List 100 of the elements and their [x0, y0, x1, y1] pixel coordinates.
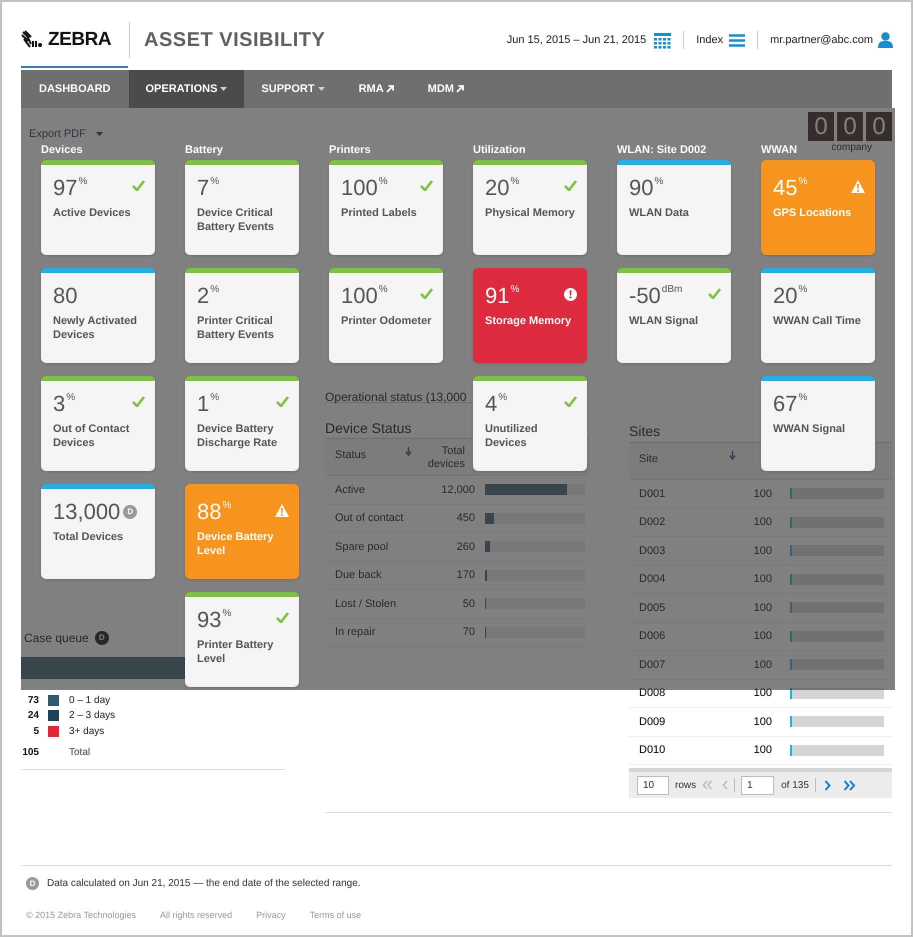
column-header[interactable]: Total devices: [425, 445, 465, 471]
check-icon: [564, 396, 577, 407]
menu-column-title: Printers: [329, 144, 371, 156]
table-cell-text: Due back: [334, 568, 382, 583]
sort-arrow-icon[interactable]: [405, 447, 412, 456]
metric-card[interactable]: 7% Device Critical Battery Events: [185, 160, 299, 255]
legend-label: 0 – 1 day: [69, 694, 110, 708]
metric-card[interactable]: 97% Active Devices: [41, 160, 155, 255]
table-cell-text: 100: [752, 743, 772, 758]
metric-value: 91: [485, 284, 510, 308]
column-header[interactable]: Site: [639, 453, 658, 465]
next-page-icon[interactable]: [824, 780, 831, 790]
metric-value: 100: [341, 176, 378, 200]
user-email[interactable]: mr.partner@abc.com: [770, 32, 873, 48]
check-icon: [708, 288, 721, 299]
legend-count: 24: [26, 709, 39, 724]
metric-card[interactable]: 100% Printed Labels: [329, 160, 443, 255]
counter-digit: 0: [866, 112, 892, 141]
legend-count: 5: [32, 724, 39, 739]
rows-per-page-field[interactable]: 10: [637, 776, 669, 794]
counter-digit: 0: [808, 112, 834, 141]
nav-tab[interactable]: OPERATIONS: [128, 70, 244, 108]
metric-unit: %: [378, 284, 388, 295]
metric-label: Physical Memory: [485, 206, 576, 220]
metric-card[interactable]: 20% Physical Memory: [473, 160, 587, 255]
nav-tab[interactable]: MDM: [410, 70, 481, 108]
index-link[interactable]: Index: [696, 32, 724, 48]
metric-label: WLAN Signal: [629, 314, 700, 328]
metric-label: Out of Contact Devices: [53, 422, 130, 450]
table-cell-text: 12,000: [440, 482, 475, 498]
metric-card[interactable]: 1% Device Battery Discharge Rate: [185, 376, 299, 471]
nav-tab[interactable]: DASHBOARD: [21, 70, 128, 108]
check-icon: [420, 180, 433, 191]
logo-wordmark: ZEBRA: [48, 28, 112, 52]
column-header[interactable]: Status: [335, 449, 366, 461]
metric-unit: %: [222, 500, 232, 511]
calendar-icon[interactable]: [654, 32, 672, 48]
metric-unit: dBm: [662, 284, 682, 295]
menu-column-title: WWAN: [761, 144, 798, 156]
metric-value: 2: [197, 284, 210, 308]
menu-column-title: Devices: [41, 144, 83, 156]
table-cell-text: D009: [638, 714, 666, 730]
legend-label: 3+ days: [69, 724, 104, 739]
table-cell-text: 100: [752, 629, 772, 644]
metric-label: GPS Locations: [773, 206, 852, 220]
sort-arrow-icon[interactable]: [729, 451, 736, 460]
check-icon: [276, 396, 289, 407]
nav-tab[interactable]: RMA: [342, 70, 411, 108]
menu-icon[interactable]: [729, 34, 746, 46]
metric-label: Active Devices: [53, 206, 132, 220]
table-cell-text: 100: [752, 572, 772, 587]
table-cell-text: Lost / Stolen: [334, 596, 398, 612]
metric-value: 97: [53, 176, 78, 200]
metric-card[interactable]: 67% WWAN Signal: [761, 376, 875, 471]
date-range[interactable]: Jun 15, 2015 – Jun 21, 2015: [506, 32, 646, 48]
user-icon[interactable]: [878, 32, 893, 48]
metric-value: 13,000: [53, 500, 120, 524]
metric-card[interactable]: 80 Newly Activated Devices: [41, 268, 155, 363]
table-cell-text: 100: [752, 714, 772, 730]
metric-card[interactable]: 93% Printer Battery Level: [185, 592, 299, 687]
metric-unit: %: [78, 176, 88, 187]
table-cell-text: 70: [462, 625, 475, 640]
table-cell-text: 100: [752, 686, 772, 701]
check-icon: [564, 180, 577, 191]
table-cell-text: 100: [752, 600, 772, 616]
check-icon: [276, 612, 289, 623]
metric-label: Total Devices: [53, 530, 124, 544]
table-cell-text: Active: [334, 482, 366, 498]
table-cell-text: Spare pool: [334, 540, 390, 554]
metric-unit: %: [510, 284, 520, 295]
metric-value: 20: [773, 284, 798, 308]
metric-card[interactable]: 100% Printer Odometer: [329, 268, 443, 363]
metric-card[interactable]: 3% Out of Contact Devices: [41, 376, 155, 471]
metric-unit: %: [210, 284, 220, 295]
nav-tab[interactable]: SUPPORT: [244, 70, 342, 108]
table-cell-text: In repair: [334, 625, 376, 640]
metric-label: Device Battery Level: [197, 530, 274, 558]
table-cell-text: D002: [638, 515, 666, 530]
page-count: of 135: [781, 778, 809, 792]
check-icon: [420, 288, 433, 299]
page-number-field[interactable]: 1: [741, 776, 774, 794]
warning-icon: [851, 180, 865, 193]
table-cell-text: D003: [638, 544, 666, 558]
check-icon: [132, 396, 145, 407]
metric-label: Unutilized Devices: [485, 422, 539, 450]
table-cell-text: 100: [752, 544, 772, 558]
metric-card[interactable]: 4% Unutilized Devices: [473, 376, 587, 471]
footnote: Data calculated on Jun 21, 2015 — the end date of the selected range.: [47, 877, 361, 891]
metric-card[interactable]: 90% WLAN Data: [617, 160, 731, 255]
metric-label: WLAN Data: [629, 206, 690, 220]
metric-card[interactable]: 2% Printer Critical Battery Events: [185, 268, 299, 363]
metric-label: Printed Labels: [341, 206, 418, 220]
metric-unit: %: [798, 176, 808, 187]
external-link-icon: [386, 85, 394, 93]
metric-card[interactable]: 91% Storage Memory: [473, 268, 587, 363]
metric-card[interactable]: 20% WWAN Call Time: [761, 268, 875, 363]
app-title: ASSET VISIBILITY: [144, 28, 326, 53]
external-link-icon: [456, 85, 464, 93]
last-page-icon[interactable]: [842, 780, 856, 790]
metric-card[interactable]: 13,000 D Total Devices: [41, 484, 155, 579]
